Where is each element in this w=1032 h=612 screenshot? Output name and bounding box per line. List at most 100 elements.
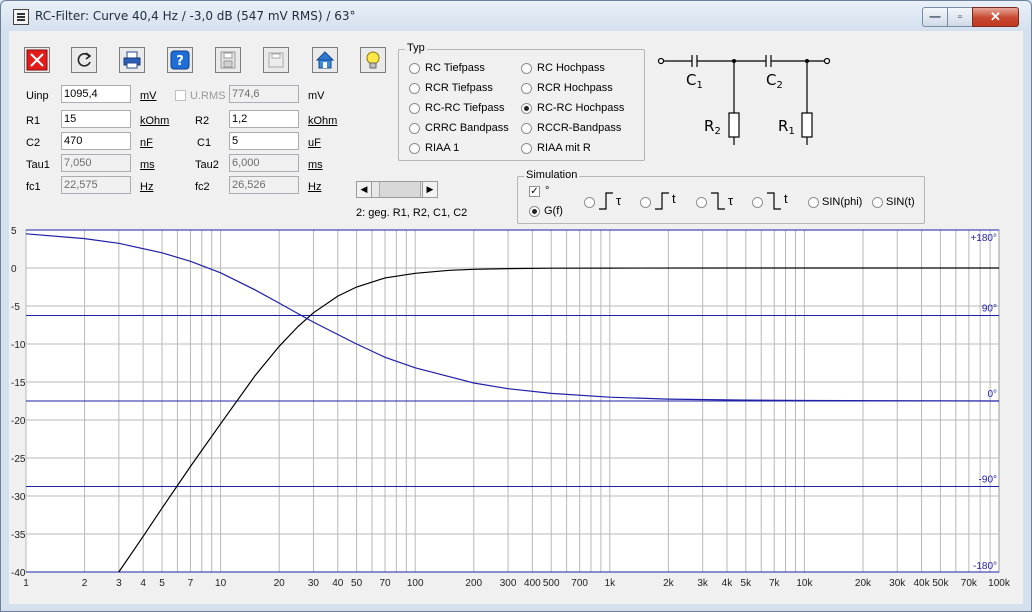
typ-option-label: CRRC Bandpass [425,122,509,134]
urms-input[interactable] [229,85,299,103]
y-tick-label: -5 [11,302,20,313]
c1-input[interactable] [229,132,299,150]
tau2-input[interactable] [229,154,299,172]
help-icon: ? [170,50,190,70]
lightbulb-button[interactable] [360,47,386,73]
scroll-left-arrow-icon[interactable]: ◀ [357,182,372,197]
refresh-button[interactable] [71,47,97,73]
y-tick-label: 5 [11,227,17,237]
minimize-button[interactable]: — [922,7,948,27]
typ-radio-4[interactable] [409,103,420,114]
scroll-right-arrow-icon[interactable]: ▶ [422,182,437,197]
tau2-unit[interactable]: ms [308,159,323,171]
typ-caption: Typ [405,42,427,54]
typ-radio-7[interactable] [521,123,532,134]
app-window: RC-Filter: Curve 40,4 Hz / -3,0 dB (547 … [0,0,1032,612]
r2-unit[interactable]: kOhm [308,115,337,127]
x-tick-label: 20 [274,578,286,589]
typ-radio-8[interactable] [409,143,420,154]
sint-radio[interactable] [872,197,883,208]
c1-label: C1 [197,137,212,149]
fc1-unit[interactable]: Hz [140,181,153,193]
title-bar[interactable]: RC-Filter: Curve 40,4 Hz / -3,0 dB (547 … [1,1,1031,31]
x-tick-label: 70 [379,578,391,589]
frequency-response-plot[interactable]: 50-5-10-15-20-25-30-35-401 2 3 4 5 7 10 20 30 40 5… [9,227,1023,604]
tau1-unit[interactable]: ms [140,159,155,171]
help-button[interactable]: ? [167,47,193,73]
typ-radio-5[interactable] [521,103,532,114]
maximize-button[interactable]: ▫ [947,7,973,27]
fc1-input[interactable] [61,176,131,194]
uinp-input[interactable] [61,85,131,103]
typ-radio-3[interactable] [521,83,532,94]
x-tick-label: 20k [855,578,872,589]
scroll-hint: 2: geg. R1, R2, C1, C2 [356,207,468,219]
phase-tick-label: 90° [982,304,997,315]
fall-t-radio[interactable] [752,197,763,208]
step-tau-radio[interactable] [584,197,595,208]
c1-unit[interactable]: uF [308,137,321,149]
y-tick-label: 0 [11,264,17,275]
home-icon [315,51,335,69]
urms-checkbox[interactable] [175,90,186,101]
gf-radio[interactable] [529,206,540,217]
app-icon [13,9,29,25]
fall-tau-radio[interactable] [696,197,707,208]
r2-input[interactable] [229,110,299,128]
save-as-button[interactable] [263,47,289,73]
typ-radio-0[interactable] [409,63,420,74]
variant-scrollbar[interactable]: ◀ ▶ [356,181,438,198]
window-close-icon: ✕ [990,9,1001,24]
y-tick-label: -20 [11,416,26,427]
x-tick-label: 5k [741,578,753,589]
typ-option-label: RCCR-Bandpass [537,122,622,134]
x-tick-label: 40k [913,578,930,589]
typ-radio-2[interactable] [409,83,420,94]
close-button[interactable] [24,47,50,73]
x-tick-label: 100 [407,578,424,589]
y-tick-label: -10 [11,340,26,351]
lightbulb-icon [366,51,380,69]
fall-tau-label: τ [728,193,734,208]
window-close-button[interactable]: ✕ [972,7,1019,27]
y-tick-label: -25 [11,454,26,465]
phase-tick-label: -180° [973,561,997,572]
fc2-input[interactable] [229,176,299,194]
step-tau-label: τ [616,193,622,208]
x-tick-label: 5 [159,578,165,589]
save-button[interactable] [215,47,241,73]
sinphi-radio[interactable] [808,197,819,208]
x-tick-label: 300 [500,578,517,589]
typ-radio-6[interactable] [409,123,420,134]
typ-option-label: RC-RC Tiefpass [425,102,505,114]
typ-option-label: RCR Hochpass [537,82,613,94]
x-tick-label: 70k [961,578,978,589]
tau2-label: Tau2 [195,159,219,171]
close-icon [26,49,48,71]
typ-radio-1[interactable] [521,63,532,74]
fc2-unit[interactable]: Hz [308,181,321,193]
r2-label: R2 [195,115,210,127]
minimize-icon: — [929,11,941,23]
uinp-unit[interactable]: mV [140,90,157,102]
sint-label: SIN(t) [886,196,915,208]
window-title: RC-Filter: Curve 40,4 Hz / -3,0 dB (547 … [35,9,356,23]
tau1-input[interactable] [61,154,131,172]
r1-unit[interactable]: kOhm [140,115,169,127]
x-tick-label: 10k [796,578,813,589]
degree-label: ° [545,185,550,197]
r1-label: R1 [26,115,41,127]
x-tick-label: 50k [932,578,949,589]
degree-checkbox[interactable]: ✓ [529,186,540,197]
r1-symbol-label: R1 [778,117,795,137]
home-button[interactable] [312,47,338,73]
step-t-radio[interactable] [640,197,651,208]
r1-input[interactable] [61,110,131,128]
c2-unit[interactable]: nF [140,137,153,149]
phase-tick-label: 0° [987,389,997,400]
c2-input[interactable] [61,132,131,150]
typ-radio-9[interactable] [521,143,532,154]
print-button[interactable] [119,47,145,73]
fall-t-label: t [784,191,788,206]
scroll-thumb[interactable] [379,182,421,197]
